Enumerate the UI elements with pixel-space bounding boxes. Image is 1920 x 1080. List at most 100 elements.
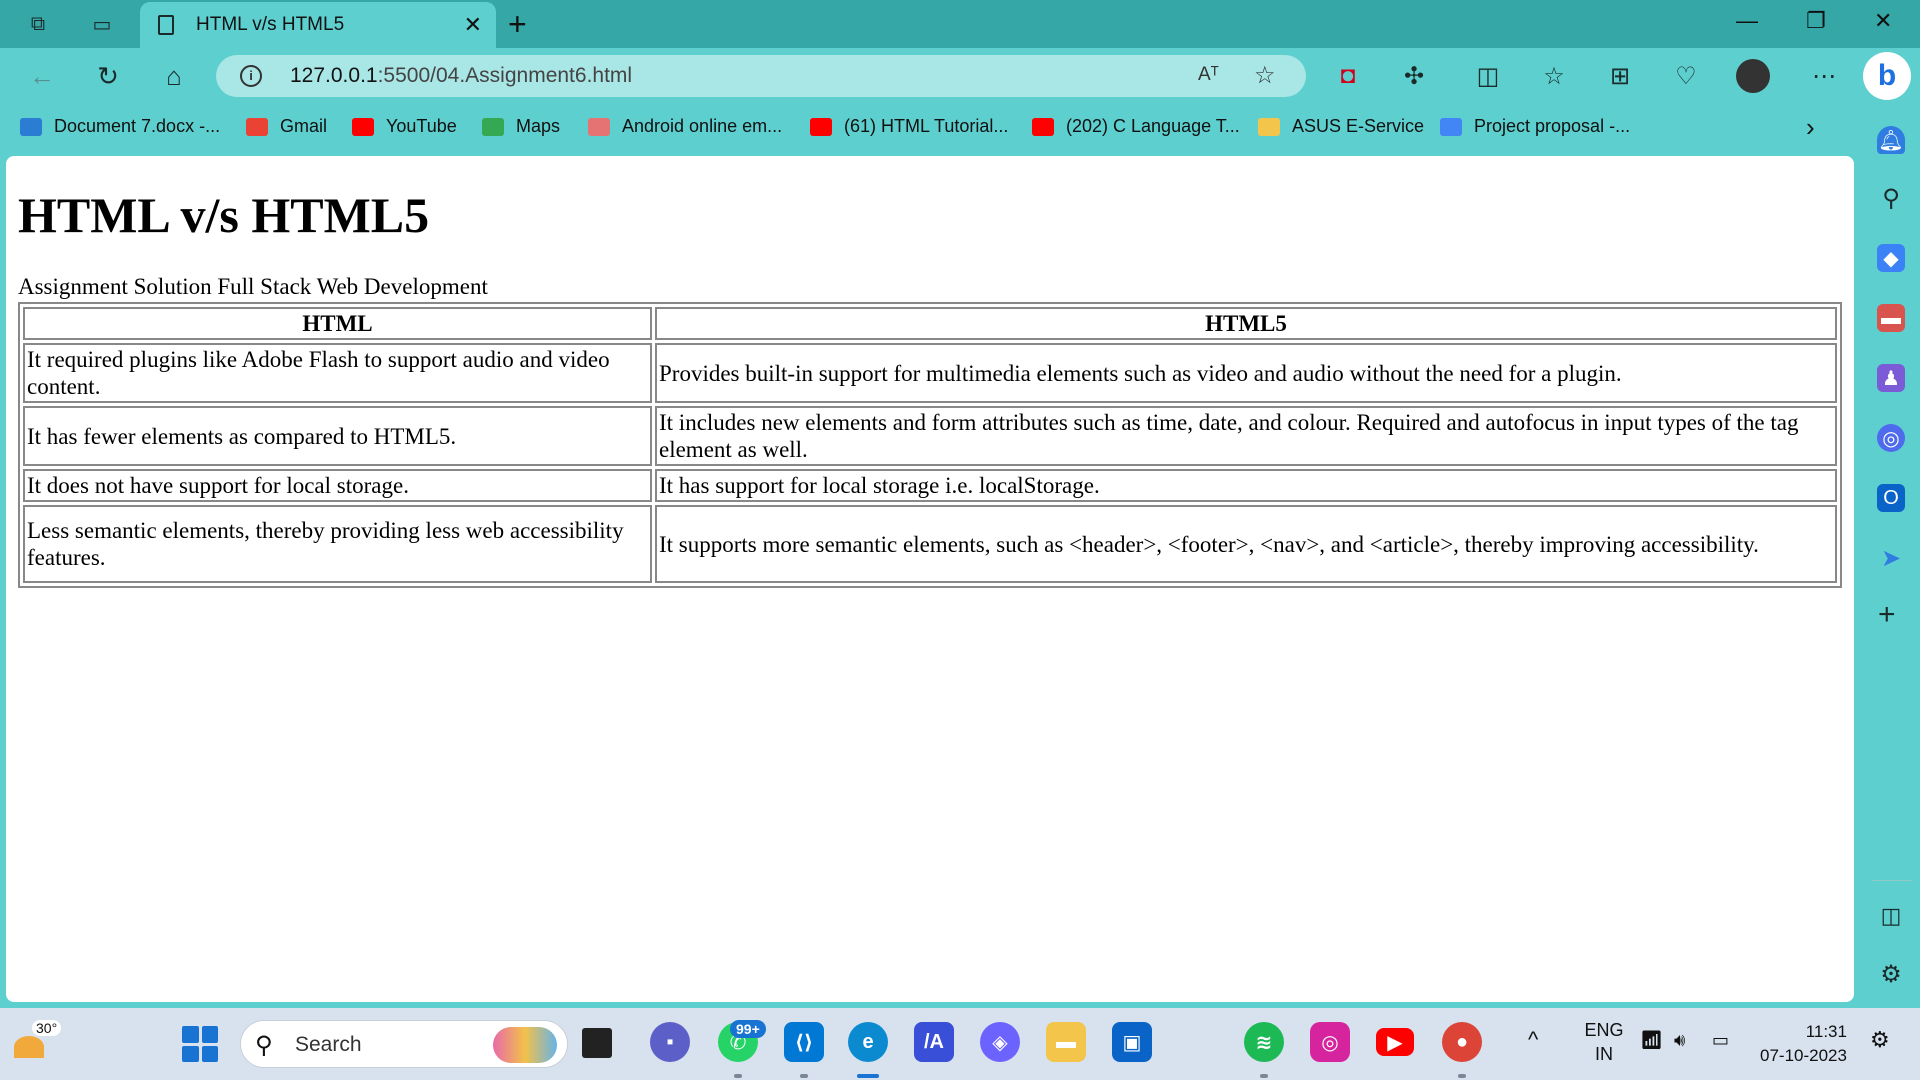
spotify-icon[interactable]: ≋ <box>1244 1022 1284 1062</box>
close-tab-icon[interactable]: ✕ <box>464 12 482 38</box>
url-text[interactable]: 127.0.0.1:5500/04.Assignment6.html <box>290 64 632 88</box>
games-icon[interactable]: ♟ <box>1877 364 1905 392</box>
home-button[interactable]: ⌂ <box>156 58 192 94</box>
system-clock[interactable]: 11:31 07-10-2023 <box>1760 1020 1847 1068</box>
search-icon: ⚲ <box>255 1032 273 1059</box>
shopping-tag-icon[interactable]: ◆ <box>1877 244 1905 272</box>
table-header: HTML5 <box>655 307 1837 340</box>
favorite-item[interactable]: YouTube <box>352 116 457 137</box>
profile-avatar[interactable] <box>1736 59 1770 93</box>
notification-center-icon[interactable]: ⚙ <box>1870 1028 1890 1052</box>
address-bar[interactable]: i 127.0.0.1:5500/04.Assignment6.html Aᵀ … <box>216 55 1306 97</box>
split-screen-icon[interactable]: ◫ <box>1470 58 1506 94</box>
language-code: ENG <box>1584 1020 1624 1040</box>
favorite-item[interactable]: (61) HTML Tutorial... <box>810 116 1008 137</box>
youtube-icon[interactable]: ▶ <box>1376 1028 1414 1056</box>
workspaces-icon[interactable]: ⧉ <box>24 10 52 38</box>
notes-app-icon[interactable]: /A <box>914 1022 954 1062</box>
table-header: HTML <box>23 307 652 340</box>
drop-send-icon[interactable]: ➤ <box>1877 544 1905 572</box>
bing-copilot-icon[interactable]: b <box>1863 52 1911 100</box>
file-explorer-icon[interactable]: ▬ <box>1046 1022 1086 1062</box>
page-icon <box>158 15 174 35</box>
microsoft-store-icon[interactable]: ▣ <box>1112 1022 1152 1062</box>
read-aloud-icon[interactable]: Aᵀ <box>1198 64 1219 86</box>
running-indicator <box>800 1074 808 1078</box>
start-button[interactable] <box>182 1026 218 1062</box>
edge-sidebar: 🔔︎ ⚲ ◆ ▬ ♟ ◎ O ➤ + ◫ ⚙ <box>1862 118 1920 1002</box>
weather-sun-icon <box>14 1036 44 1058</box>
tools-briefcase-icon[interactable]: ▬ <box>1877 304 1905 332</box>
youtube-icon <box>352 117 374 136</box>
chat-app-icon[interactable]: ▪ <box>650 1022 690 1062</box>
favorites-icon[interactable]: ☆ <box>1536 58 1572 94</box>
extensions-icon[interactable]: ✣ <box>1396 58 1432 94</box>
favorite-item[interactable]: ASUS E-Service <box>1258 116 1424 137</box>
extension-shield-icon[interactable]: ◘ <box>1330 58 1366 94</box>
running-indicator <box>734 1074 742 1078</box>
table-header-row: HTML HTML5 <box>23 307 1837 340</box>
table-row: It does not have support for local stora… <box>23 469 1837 502</box>
hide-sidebar-icon[interactable]: ◫ <box>1877 902 1905 930</box>
wifi-icon[interactable]: 📶︎ <box>1640 1028 1663 1052</box>
youtube-icon <box>1032 117 1054 136</box>
table-row: It required plugins like Adobe Flash to … <box>23 343 1837 403</box>
copilot-icon[interactable]: ◈ <box>980 1022 1020 1062</box>
favorite-item[interactable]: (202) C Language T... <box>1032 116 1240 137</box>
favorite-item[interactable]: Maps <box>482 116 560 137</box>
edge-browser-icon[interactable]: e <box>848 1022 888 1062</box>
more-options-icon[interactable]: ⋯ <box>1806 58 1842 94</box>
tab-actions-icon[interactable]: ▭ <box>88 10 116 38</box>
chevron-right-icon[interactable]: › <box>1806 112 1815 143</box>
favorite-star-icon[interactable]: ☆ <box>1254 61 1276 90</box>
table-cell: It supports more semantic elements, such… <box>655 505 1837 583</box>
table-cell: It includes new elements and form attrib… <box>655 406 1837 466</box>
settings-gear-icon[interactable]: ⚙ <box>1877 960 1905 988</box>
browser-title-bar: ⧉ ▭ HTML v/s HTML5 ✕ + — ❐ ✕ <box>0 0 1920 48</box>
clock-time: 11:31 <box>1805 1022 1847 1041</box>
taskbar-search[interactable]: ⚲ Search <box>240 1020 568 1068</box>
table-cell: It does not have support for local stora… <box>23 469 652 502</box>
battery-icon[interactable]: ▭ <box>1712 1028 1729 1052</box>
page-heading: HTML v/s HTML5 <box>18 187 430 243</box>
table-cell: It has support for local storage i.e. lo… <box>655 469 1837 502</box>
show-hidden-icons-chevron[interactable]: ^ <box>1528 1028 1538 1052</box>
volume-icon[interactable]: 🔊︎ <box>1674 1028 1685 1052</box>
vscode-icon[interactable]: ⟨⟩ <box>784 1022 824 1062</box>
notifications-bell-icon[interactable]: 🔔︎ <box>1877 126 1905 154</box>
weather-widget[interactable]: 30° <box>12 1020 62 1064</box>
back-button[interactable]: ← <box>24 58 60 94</box>
chrome-icon[interactable]: ● <box>1442 1022 1482 1062</box>
running-indicator <box>1458 1074 1466 1078</box>
browser-essentials-icon[interactable]: ♡ <box>1668 58 1704 94</box>
favorite-item[interactable]: Android online em... <box>588 116 782 137</box>
input-language[interactable]: ENG IN <box>1578 1018 1630 1066</box>
search-highlight-art <box>493 1027 557 1063</box>
site-info-icon[interactable]: i <box>240 65 262 87</box>
favorite-item[interactable]: Project proposal -... <box>1440 116 1630 137</box>
close-window-icon[interactable]: ✕ <box>1874 8 1892 34</box>
table-cell: Provides built-in support for multimedia… <box>655 343 1837 403</box>
restore-icon[interactable]: ❐ <box>1806 8 1826 34</box>
add-sidebar-app-icon[interactable]: + <box>1878 598 1896 632</box>
browser-tab[interactable]: HTML v/s HTML5 ✕ <box>140 2 496 48</box>
favorite-item[interactable]: Gmail <box>246 116 327 137</box>
refresh-button[interactable]: ↻ <box>90 58 126 94</box>
youtube-icon <box>810 117 832 136</box>
microsoft-365-icon[interactable]: ◎ <box>1877 424 1905 452</box>
outlook-icon[interactable]: O <box>1877 484 1905 512</box>
clock-date: 07-10-2023 <box>1760 1046 1847 1065</box>
sidebar-divider <box>1872 880 1912 881</box>
collections-icon[interactable]: ⊞ <box>1602 58 1638 94</box>
start-logo-tile <box>182 1045 199 1062</box>
region-code: IN <box>1595 1044 1613 1064</box>
minimize-icon[interactable]: — <box>1736 8 1758 34</box>
task-view-icon[interactable] <box>582 1028 612 1058</box>
docs-icon <box>1440 117 1462 136</box>
new-tab-button[interactable]: + <box>508 6 527 43</box>
table-cell: Less semantic elements, thereby providin… <box>23 505 652 583</box>
android-emulator-icon <box>588 117 610 136</box>
search-icon[interactable]: ⚲ <box>1877 184 1905 212</box>
favorite-item[interactable]: Document 7.docx -... <box>20 116 220 137</box>
instagram-icon[interactable]: ◎ <box>1310 1022 1350 1062</box>
